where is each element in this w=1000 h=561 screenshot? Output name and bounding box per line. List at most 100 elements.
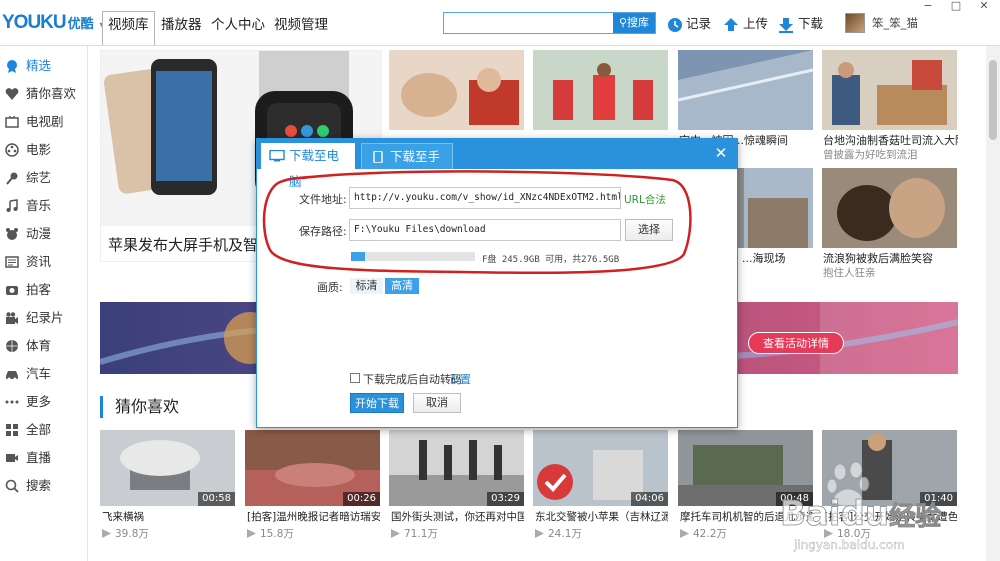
music-note-icon xyxy=(6,199,18,212)
quality-hd-option[interactable]: 高清 xyxy=(385,278,419,294)
settings-link[interactable]: 设置 xyxy=(449,371,471,387)
sidebar-item-label: 直播 xyxy=(26,450,52,465)
sidebar-item-guess[interactable]: 猜你喜欢 xyxy=(0,80,88,108)
car-icon xyxy=(6,371,18,381)
sidebar: 精选 猜你喜欢 电视剧 电影 综艺 音乐 动漫 资讯 拍客 纪录片 体育 汽车 … xyxy=(0,46,88,561)
news-icon xyxy=(5,256,19,268)
video-thumbnail xyxy=(389,50,524,130)
sidebar-item-featured[interactable]: 精选 xyxy=(0,52,88,80)
scrollbar-thumb[interactable] xyxy=(989,60,997,140)
video-thumbnail xyxy=(822,50,957,130)
sidebar-item-label: 拍客 xyxy=(26,282,52,297)
auto-convert-checkbox[interactable] xyxy=(350,373,360,383)
history-button[interactable]: 记录 xyxy=(667,14,711,34)
sidebar-item-label: 搜索 xyxy=(26,478,52,493)
avatar[interactable] xyxy=(845,13,865,33)
watermark-url: jingyan.baidu.com xyxy=(794,538,905,552)
upload-button[interactable]: 上传 xyxy=(722,14,768,34)
monitor-icon xyxy=(269,150,285,162)
camera-icon xyxy=(6,286,18,295)
search-icon xyxy=(5,479,19,493)
tab-personal-center[interactable]: 个人中心 xyxy=(207,12,269,42)
tv-icon xyxy=(5,115,19,128)
tab-video-management[interactable]: 视频管理 xyxy=(270,12,332,42)
youku-logo[interactable]: YOUKU优酷▼ xyxy=(2,12,107,34)
activity-details-button[interactable]: 查看活动详情 xyxy=(748,332,844,354)
tab-player[interactable]: 播放器 xyxy=(157,12,206,42)
play-count: 42.2万 xyxy=(693,528,727,540)
sidebar-item-label: 资讯 xyxy=(26,254,52,269)
tab-video-library[interactable]: 视频库 xyxy=(102,11,155,45)
search-icon: ⚲ xyxy=(618,16,628,29)
sidebar-item-variety[interactable]: 综艺 xyxy=(0,164,88,192)
sidebar-item-all[interactable]: 全部 xyxy=(0,416,88,444)
sidebar-item-paike[interactable]: 拍客 xyxy=(0,276,88,304)
video-duration: 04:06 xyxy=(631,492,668,506)
tab-download-to-pc[interactable]: 下载至电脑 xyxy=(261,143,355,189)
sidebar-item-anime[interactable]: 动漫 xyxy=(0,220,88,248)
sidebar-item-label: 音乐 xyxy=(26,198,52,213)
play-count: 71.1万 xyxy=(404,528,438,540)
ball-icon xyxy=(6,340,18,352)
upload-icon xyxy=(724,17,738,31)
sidebar-item-tv[interactable]: 电视剧 xyxy=(0,108,88,136)
search-button-label: 搜库 xyxy=(627,16,650,29)
sidebar-item-label: 更多 xyxy=(26,394,52,409)
live-icon xyxy=(6,454,18,462)
dialog-header: 下载至电脑 下载至手机 ✕ xyxy=(257,139,737,190)
clock-icon xyxy=(668,17,682,32)
sidebar-item-search[interactable]: 搜索 xyxy=(0,472,88,500)
play-icon xyxy=(535,529,544,538)
search-input[interactable] xyxy=(444,13,614,33)
video-card[interactable]: 03:29 国外街头测试，你还再对中国 71.1万 xyxy=(389,430,524,540)
sidebar-item-more[interactable]: 更多 xyxy=(0,388,88,416)
sidebar-item-documentary[interactable]: 纪录片 xyxy=(0,304,88,332)
sidebar-item-label: 综艺 xyxy=(26,170,52,185)
tab-download-to-phone[interactable]: 下载至手机 xyxy=(361,143,453,190)
hero-caption: 苹果发布大屏手机及智能 xyxy=(108,236,274,254)
sidebar-item-label: 纪录片 xyxy=(26,310,64,325)
video-plays: 39.8万 xyxy=(102,526,149,541)
search-button[interactable]: ⚲搜库 xyxy=(613,13,655,33)
sidebar-item-auto[interactable]: 汽车 xyxy=(0,360,88,388)
top-bar: YOUKU优酷▼ 视频库 播放器 个人中心 视频管理 ⚲搜库 记录 上传 下载 … xyxy=(0,0,1000,46)
play-count: 24.1万 xyxy=(548,528,582,540)
download-label: 下载 xyxy=(798,16,824,31)
video-card[interactable]: 00:58 飞来横祸 39.8万 xyxy=(100,430,235,540)
video-card[interactable]: 00:26 [拍客]温州晚报记者暗访瑞安 15.8万 xyxy=(245,430,380,540)
cancel-button[interactable]: 取消 xyxy=(413,393,461,413)
video-title: 国外街头测试，你还再对中国 xyxy=(391,511,524,523)
quality-sd-option[interactable]: 标清 xyxy=(350,278,383,294)
microphone-icon xyxy=(6,172,18,185)
download-button[interactable]: 下载 xyxy=(777,14,823,34)
video-title: 东北交警被小苹果（吉林辽源 xyxy=(535,511,668,523)
sidebar-item-label: 精选 xyxy=(26,58,52,73)
play-count: 39.8万 xyxy=(115,528,149,540)
sidebar-item-label: 猜你喜欢 xyxy=(26,86,77,101)
badge-icon xyxy=(7,60,17,73)
video-title: 飞来横祸 xyxy=(102,511,144,523)
username[interactable]: 笨_笨_猫 xyxy=(872,15,918,31)
card-title: 台地沟油制香菇吐司流入大陆 xyxy=(823,134,958,147)
sidebar-item-label: 汽车 xyxy=(26,366,52,381)
red-annotation-circle xyxy=(262,170,692,275)
close-window-button[interactable]: ✕ xyxy=(972,0,996,14)
sidebar-item-label: 体育 xyxy=(26,338,52,353)
sidebar-item-movie[interactable]: 电影 xyxy=(0,136,88,164)
sidebar-item-label: 电视剧 xyxy=(26,114,64,129)
play-icon xyxy=(680,529,689,538)
film-reel-icon xyxy=(5,143,19,157)
sidebar-item-news[interactable]: 资讯 xyxy=(0,248,88,276)
start-download-button[interactable]: 开始下载 xyxy=(350,393,404,413)
minimize-button[interactable]: − xyxy=(916,0,940,14)
search-box: ⚲搜库 xyxy=(443,12,656,34)
sidebar-item-sports[interactable]: 体育 xyxy=(0,332,88,360)
close-icon[interactable]: ✕ xyxy=(713,144,729,162)
maximize-button[interactable]: □ xyxy=(944,0,968,14)
card-title: 流浪狗被救后满脸笑容 xyxy=(823,252,933,265)
sidebar-item-music[interactable]: 音乐 xyxy=(0,192,88,220)
heart-icon xyxy=(5,88,19,100)
video-thumbnail xyxy=(822,168,957,248)
video-card[interactable]: 04:06 东北交警被小苹果（吉林辽源 24.1万 xyxy=(533,430,668,540)
sidebar-item-live[interactable]: 直播 xyxy=(0,444,88,472)
